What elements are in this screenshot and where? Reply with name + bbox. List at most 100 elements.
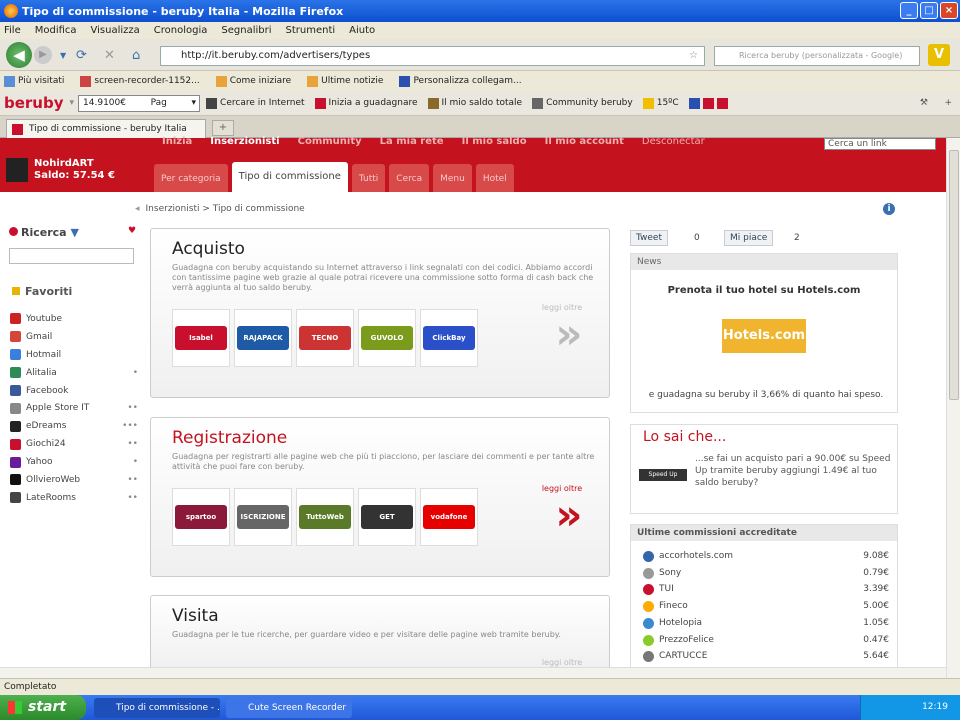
bookmark-item[interactable]: screen-recorder-1152...: [80, 75, 200, 87]
menu-cronologia[interactable]: Cronologia: [154, 25, 208, 36]
topnav-la-mia-rete[interactable]: La mia rete: [380, 136, 444, 147]
tab-hotel[interactable]: Hotel: [475, 164, 514, 192]
toolbar-search-internet[interactable]: Cercare in Internet: [206, 97, 305, 109]
promo-text[interactable]: Prenota il tuo hotel su Hotels.com: [631, 285, 897, 296]
favorite-actions[interactable]: •: [133, 457, 138, 467]
bookmark-star-icon[interactable]: ☆: [689, 47, 698, 65]
bookmark-item[interactable]: Come iniziare: [215, 75, 291, 87]
add-icon[interactable]: +: [944, 98, 952, 108]
read-more-link[interactable]: leggi oltre: [537, 658, 587, 667]
toolbar-tool-icons[interactable]: [688, 97, 731, 109]
site-search-input[interactable]: Cerca un link: [824, 138, 936, 150]
hotels-logo[interactable]: Hotels.com: [722, 319, 806, 353]
partner-logo[interactable]: ISCRIZIONE: [234, 488, 292, 546]
commission-row[interactable]: PrezzoFelice 0.47€: [643, 634, 889, 646]
sidebar-favorite-item[interactable]: Yahoo •: [10, 453, 138, 471]
menu-visualizza[interactable]: Visualizza: [91, 25, 140, 36]
avatar[interactable]: [6, 158, 28, 182]
commission-row[interactable]: Sony 0.79€: [643, 567, 889, 579]
sidebar-search-input[interactable]: [9, 248, 134, 264]
speedup-logo[interactable]: Speed Up: [639, 469, 687, 481]
menu-segnalibri[interactable]: Segnalibri: [221, 25, 271, 36]
sidebar-favorite-item[interactable]: Youtube: [10, 310, 138, 328]
minimize-button[interactable]: _: [900, 2, 918, 19]
breadcrumb-text[interactable]: Inserzionisti > Tipo di commissione: [146, 204, 305, 214]
favorite-actions[interactable]: ••: [127, 439, 138, 449]
bookmark-item[interactable]: Ultime notizie: [307, 75, 383, 87]
favorite-actions[interactable]: •: [133, 368, 138, 378]
topnav-community[interactable]: Community: [298, 136, 362, 147]
partner-logo[interactable]: ClickBay: [420, 309, 478, 367]
settings-icon[interactable]: ⚒: [920, 98, 928, 108]
user-name[interactable]: NohirdART: [34, 158, 115, 170]
favorite-actions[interactable]: •••: [122, 421, 138, 431]
info-icon[interactable]: i: [883, 203, 895, 215]
sidebar-favorite-item[interactable]: Facebook: [10, 382, 138, 400]
sidebar-favorite-item[interactable]: Apple Store IT ••: [10, 399, 138, 417]
topnav-inserzionisti[interactable]: Inserzionisti: [210, 136, 279, 147]
topnav-desconectar[interactable]: Desconectar: [642, 136, 705, 147]
commission-row[interactable]: Hotelopia 1.05€: [643, 617, 889, 629]
menu-file[interactable]: File: [4, 25, 21, 36]
menu-aiuto[interactable]: Aiuto: [349, 25, 375, 36]
beruby-toolbar-logo[interactable]: beruby: [4, 94, 64, 112]
stop-icon[interactable]: ✕: [104, 48, 115, 63]
taskbar-screen-recorder[interactable]: Cute Screen Recorder: [226, 698, 352, 718]
bookmark-item[interactable]: Più visitati: [4, 75, 64, 87]
partner-logo[interactable]: GUVOLO: [358, 309, 416, 367]
bookmark-item[interactable]: Personalizza collegam...: [399, 75, 522, 87]
sidebar-favorite-item[interactable]: Hotmail: [10, 346, 138, 364]
addon-v-icon[interactable]: V: [928, 44, 950, 66]
sidebar-favorite-item[interactable]: eDreams •••: [10, 417, 138, 435]
horizontal-scrollbar[interactable]: [0, 667, 946, 678]
favorite-actions[interactable]: ••: [127, 475, 138, 485]
sidebar-favorite-item[interactable]: Gmail: [10, 328, 138, 346]
commission-row[interactable]: TUI 3.39€: [643, 584, 889, 596]
search-box[interactable]: Ricerca beruby (personalizzata - Google): [714, 46, 920, 66]
favorite-actions[interactable]: ••: [127, 403, 138, 413]
search-section-title[interactable]: Ricerca ▼: [9, 226, 79, 239]
partner-logo[interactable]: spartoo: [172, 488, 230, 546]
menu-modifica[interactable]: Modifica: [35, 25, 77, 36]
read-more-link[interactable]: leggi oltre»: [537, 484, 587, 537]
tweet-button[interactable]: Tweet: [630, 230, 668, 246]
dropdown-icon[interactable]: ▾: [70, 98, 75, 108]
toolbar-start-earning[interactable]: Inizia a guadagnare: [314, 97, 418, 109]
sidebar-favorite-item[interactable]: Giochi24 ••: [10, 435, 138, 453]
sidebar-favorite-item[interactable]: Alitalia •: [10, 364, 138, 382]
tab-tutti[interactable]: Tutti: [351, 164, 386, 192]
commission-row[interactable]: accorhotels.com 9.08€: [643, 551, 889, 562]
history-dropdown-icon[interactable]: ▼: [60, 51, 66, 60]
sidebar-favorite-item[interactable]: OllvieroWeb ••: [10, 471, 138, 489]
vertical-scrollbar[interactable]: [946, 138, 960, 678]
forward-button[interactable]: ▶: [34, 46, 52, 64]
tab-tipo-di-commissione[interactable]: Tipo di commissione: [231, 162, 348, 192]
partner-logo[interactable]: TuttoWeb: [296, 488, 354, 546]
toolbar-total-balance[interactable]: Il mio saldo totale: [427, 97, 522, 109]
partner-logo[interactable]: vodafone: [420, 488, 478, 546]
menu-strumenti[interactable]: Strumenti: [286, 25, 336, 36]
topnav-il-mio-account[interactable]: Il mio account: [545, 136, 624, 147]
partner-logo[interactable]: GET: [358, 488, 416, 546]
url-bar[interactable]: http://it.beruby.com/advertisers/types ☆: [160, 46, 705, 66]
partner-logo[interactable]: TECNO: [296, 309, 354, 367]
scrollbar-thumb[interactable]: [949, 150, 959, 400]
commission-row[interactable]: Fineco 5.00€: [643, 601, 889, 613]
taskbar-firefox[interactable]: Tipo di commissione - ...: [94, 698, 220, 718]
toolbar-community[interactable]: Community beruby: [532, 97, 633, 109]
tab-cerca[interactable]: Cerca: [389, 164, 430, 192]
partner-logo[interactable]: Isabel: [172, 309, 230, 367]
topnav-il-mio-saldo[interactable]: Il mio saldo: [462, 136, 527, 147]
commission-row[interactable]: CARTUCCE 5.64€: [643, 651, 889, 663]
favorite-actions[interactable]: ••: [127, 493, 138, 503]
start-button[interactable]: start: [0, 695, 86, 720]
maximize-button[interactable]: □: [920, 2, 938, 19]
reload-icon[interactable]: ⟳: [76, 48, 87, 63]
toolbar-weather[interactable]: 15ºC: [642, 97, 679, 109]
sidebar-favorite-item[interactable]: LateRooms ••: [10, 489, 138, 507]
topnav-inizia[interactable]: Inizia: [162, 136, 192, 147]
home-icon[interactable]: ⌂: [132, 48, 140, 63]
partner-logo[interactable]: RAJAPACK: [234, 309, 292, 367]
new-tab-button[interactable]: +: [212, 120, 234, 136]
close-button[interactable]: ×: [940, 2, 958, 19]
